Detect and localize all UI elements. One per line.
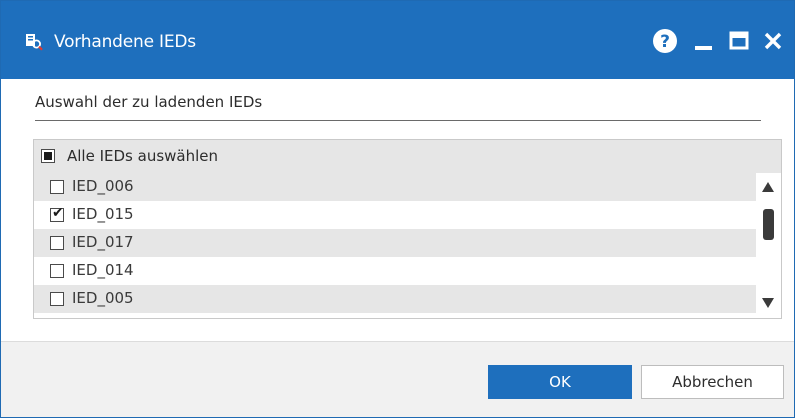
maximize-icon[interactable] (728, 28, 750, 54)
window-title: Vorhandene IEDs (54, 32, 196, 52)
dialog-window: Vorhandene IEDs ? Auswahl der zu ladende… (0, 0, 795, 418)
scroll-down-arrow-icon[interactable] (761, 297, 775, 309)
item-checkbox[interactable] (50, 180, 64, 194)
list-item[interactable]: IED_014 (34, 257, 756, 285)
dialog-footer: OK Abbrechen (1, 341, 794, 417)
list-item[interactable]: ✔ IED_015 (34, 201, 756, 229)
section-divider (35, 120, 761, 121)
item-label: IED_006 (72, 177, 134, 195)
svg-text:?: ? (660, 32, 670, 52)
vertical-scrollbar[interactable] (756, 173, 781, 319)
checkmark-icon: ✔ (52, 205, 64, 221)
item-checkbox[interactable] (50, 236, 64, 250)
select-all-label: Alle IEDs auswählen (67, 147, 219, 165)
minimize-icon[interactable] (693, 28, 715, 54)
item-label: IED_015 (72, 205, 134, 223)
scrollbar-thumb[interactable] (763, 209, 774, 240)
ied-listbox[interactable]: Alle IEDs auswählen IED_006 ✔ IED_015 IE… (33, 139, 782, 319)
select-all-checkbox-row[interactable]: Alle IEDs auswählen (34, 140, 781, 173)
ied-list: IED_006 ✔ IED_015 IED_017 IED_014 IED_00… (34, 173, 756, 319)
item-label: IED_014 (72, 261, 134, 279)
scroll-up-arrow-icon[interactable] (761, 181, 775, 193)
device-search-icon (26, 34, 43, 51)
section-title: Auswahl der zu ladenden IEDs (35, 93, 263, 111)
item-checkbox[interactable] (50, 292, 64, 306)
select-all-checkbox[interactable] (41, 149, 55, 163)
item-checkbox[interactable]: ✔ (50, 205, 64, 222)
item-checkbox[interactable] (50, 264, 64, 278)
item-label: IED_005 (72, 289, 134, 307)
list-item[interactable]: IED_017 (34, 229, 756, 257)
title-bar[interactable]: Vorhandene IEDs ? (1, 1, 794, 79)
close-icon[interactable] (762, 28, 784, 54)
help-icon[interactable]: ? (652, 28, 678, 54)
list-item[interactable]: IED_005 (34, 285, 756, 313)
list-item[interactable]: IED_006 (34, 173, 756, 201)
ok-button[interactable]: OK (488, 365, 632, 399)
indeterminate-mark-icon (44, 152, 52, 160)
item-label: IED_017 (72, 233, 134, 251)
cancel-button[interactable]: Abbrechen (641, 365, 784, 399)
